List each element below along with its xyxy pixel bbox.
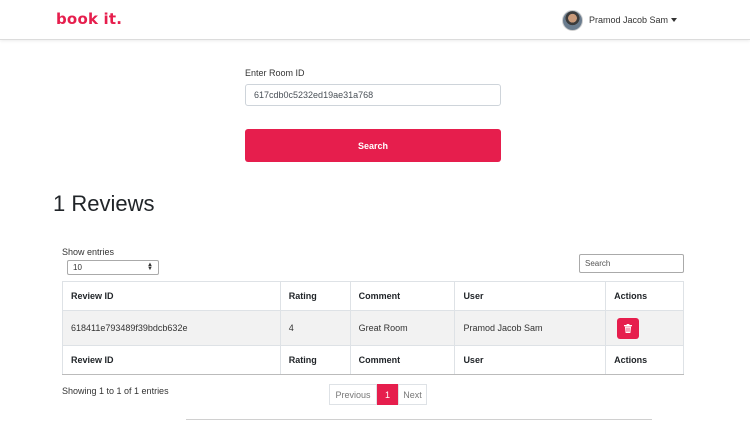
entries-selected-value: 10 [73, 263, 82, 272]
cell-user: Pramod Jacob Sam [454, 310, 607, 346]
cell-actions [605, 310, 684, 346]
pagination-previous[interactable]: Previous [329, 384, 377, 405]
column-header-review-id[interactable]: Review ID [62, 281, 281, 311]
footer-header-user: User [454, 345, 607, 375]
search-button[interactable]: Search [245, 129, 501, 162]
table-header-row: Review ID Rating Comment User Actions [62, 281, 684, 311]
navbar: book it. Pramod Jacob Sam [0, 0, 750, 40]
cell-review-id: 618411e793489f39bdcb632e [62, 310, 281, 346]
footer-header-rating: Rating [279, 345, 351, 375]
trash-icon [624, 323, 633, 333]
cell-comment: Great Room [349, 310, 456, 346]
footer-header-review-id: Review ID [62, 345, 281, 375]
table-info: Showing 1 to 1 of 1 entries [62, 386, 169, 396]
column-header-actions[interactable]: Actions [605, 281, 684, 311]
brand-logo[interactable]: book it. [56, 10, 122, 28]
footer-header-actions: Actions [605, 345, 684, 375]
cell-rating: 4 [279, 310, 351, 346]
column-header-comment[interactable]: Comment [349, 281, 456, 311]
entries-per-page-select[interactable]: 10 ▲ ▼ [67, 260, 159, 275]
column-header-user[interactable]: User [454, 281, 607, 311]
pagination: Previous 1 Next [329, 384, 427, 405]
caret-down-icon [671, 18, 678, 22]
footer-header-comment: Comment [349, 345, 456, 375]
reviews-table: Review ID Rating Comment User Actions 61… [62, 281, 684, 375]
select-arrows-icon: ▲ ▼ [147, 262, 153, 272]
room-id-label: Enter Room ID [245, 68, 305, 78]
user-menu-dropdown[interactable]: Pramod Jacob Sam [562, 9, 678, 31]
room-id-input[interactable] [245, 84, 501, 106]
avatar [562, 9, 583, 31]
delete-review-button[interactable] [617, 317, 640, 339]
page-title: 1 Reviews [53, 191, 155, 216]
table-row: 618411e793489f39bdcb632e 4 Great Room Pr… [62, 310, 684, 346]
show-entries-label: Show entries [62, 247, 115, 257]
table-footer-row: Review ID Rating Comment User Actions [62, 345, 684, 375]
column-header-rating[interactable]: Rating [279, 281, 351, 311]
pagination-page-1[interactable]: 1 [377, 384, 398, 405]
user-name: Pramod Jacob Sam [589, 15, 669, 25]
table-search-input[interactable] [579, 254, 684, 273]
pagination-next[interactable]: Next [398, 384, 427, 405]
